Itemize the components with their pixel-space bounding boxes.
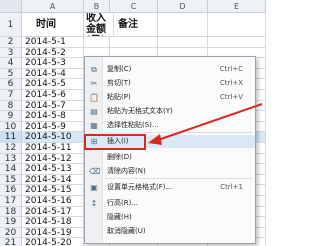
- select-all-corner[interactable]: [0, 0, 22, 13]
- cut-icon: ✂: [90, 79, 98, 88]
- row-header[interactable]: 12: [0, 143, 22, 154]
- date-cell[interactable]: 2014-5-13: [22, 164, 84, 175]
- date-cell[interactable]: 2014-5-6: [22, 90, 84, 101]
- date-cell[interactable]: 2014-5-9: [22, 121, 84, 133]
- menu-separator: [105, 178, 253, 179]
- date-cell[interactable]: 2014-5-17: [22, 206, 84, 218]
- context-menu: ⧉ 复制(C) Ctrl+C ✂ 剪切(T) Ctrl+X 📋 粘贴(P) Ctrl+V ▤ 粘贴为…: [84, 56, 256, 244]
- row-header[interactable]: 7: [0, 90, 22, 101]
- menu-item-paste-text[interactable]: ▤ 粘贴为无格式文本(Y): [85, 105, 255, 118]
- menu-item-label: 剪切(T): [107, 79, 131, 87]
- format-cells-icon: ▣: [90, 183, 98, 192]
- header-cell-time[interactable]: 时间: [22, 13, 84, 37]
- menu-item-delete[interactable]: 删除(D): [85, 151, 255, 164]
- column-header-a[interactable]: A: [22, 0, 84, 13]
- menu-item-paste[interactable]: 📋 粘贴(P) Ctrl+V: [85, 91, 255, 104]
- row-header[interactable]: 9: [0, 111, 22, 122]
- insert-highlight-box: [84, 134, 146, 150]
- menu-item-label: 删除(D): [107, 153, 132, 161]
- hide-icon: [89, 213, 99, 222]
- row-header[interactable]: 2: [0, 37, 22, 48]
- menu-item-format-cells[interactable]: ▣ 设置单元格格式(F)... Ctrl+1: [85, 181, 255, 194]
- row-header[interactable]: 4: [0, 58, 22, 69]
- table-cell[interactable]: [84, 37, 110, 48]
- menu-item-label: 行高(R)...: [107, 199, 139, 207]
- table-cell[interactable]: [208, 13, 266, 37]
- date-cell[interactable]: 2014-5-14: [22, 174, 84, 186]
- date-cell[interactable]: 2014-5-1: [22, 37, 84, 48]
- row-header[interactable]: 14: [0, 164, 22, 175]
- row-header[interactable]: 10: [0, 121, 22, 133]
- date-cell[interactable]: 2014-5-12: [22, 153, 84, 165]
- paste-icon: 📋: [89, 93, 99, 102]
- menu-item-label: 粘贴为无格式文本(Y): [107, 107, 173, 115]
- row-header[interactable]: 17: [0, 196, 22, 207]
- menu-item-label: 取消隐藏(U): [107, 227, 146, 235]
- column-header-e[interactable]: E: [208, 0, 266, 13]
- row-header[interactable]: 6: [0, 79, 22, 90]
- column-header-d[interactable]: D: [158, 0, 208, 13]
- row-header[interactable]: 19: [0, 217, 22, 228]
- row-header[interactable]: 5: [0, 68, 22, 80]
- paste-special-icon: ▦: [90, 121, 98, 130]
- menu-item-paste-special[interactable]: ▦ 选择性粘贴(S)...: [85, 119, 255, 132]
- table-row: 2 2014-5-1: [0, 37, 266, 48]
- row-header[interactable]: 21: [0, 238, 22, 246]
- row-header[interactable]: 1: [0, 13, 22, 37]
- table-cell[interactable]: [110, 37, 158, 48]
- menu-item-row-height[interactable]: ↕ 行高(R)...: [85, 197, 255, 210]
- menu-separator: [105, 132, 253, 133]
- table-cell[interactable]: [208, 37, 266, 48]
- row-header[interactable]: 11: [0, 132, 22, 143]
- menu-item-shortcut: Ctrl+V: [219, 93, 243, 101]
- date-cell[interactable]: 2014-5-5: [22, 79, 84, 90]
- date-cell[interactable]: 2014-5-16: [22, 196, 84, 207]
- menu-item-copy[interactable]: ⧉ 复制(C) Ctrl+C: [85, 63, 255, 76]
- date-cell[interactable]: 2014-5-8: [22, 111, 84, 122]
- header-row: 1 时间 收入金额(元) 备注: [0, 13, 266, 37]
- menu-item-label: 复制(C): [107, 65, 132, 73]
- menu-item-cut[interactable]: ✂ 剪切(T) Ctrl+X: [85, 77, 255, 90]
- row-header[interactable]: 15: [0, 174, 22, 186]
- menu-item-shortcut: Ctrl+1: [220, 183, 243, 191]
- menu-item-shortcut: Ctrl+X: [219, 79, 243, 87]
- row-header[interactable]: 20: [0, 227, 22, 239]
- menu-item-shortcut: Ctrl+C: [219, 65, 243, 73]
- menu-item-clear[interactable]: ⌫ 清除内容(N): [85, 165, 255, 178]
- column-header-b[interactable]: B: [84, 0, 110, 13]
- date-cell[interactable]: 2014-5-18: [22, 217, 84, 228]
- row-header[interactable]: 18: [0, 206, 22, 218]
- delete-icon: [89, 153, 99, 162]
- menu-item-hide[interactable]: 隐藏(H): [85, 211, 255, 224]
- row-height-icon: ↕: [90, 199, 98, 208]
- table-cell[interactable]: [158, 13, 208, 37]
- date-cell[interactable]: 2014-5-2: [22, 47, 84, 59]
- date-cell[interactable]: 2014-5-19: [22, 227, 84, 239]
- table-cell[interactable]: [158, 37, 208, 48]
- header-cell-remark[interactable]: 备注: [110, 13, 158, 37]
- unhide-icon: [89, 227, 99, 236]
- column-header-c[interactable]: C: [110, 0, 158, 13]
- menu-item-unhide[interactable]: 取消隐藏(U): [85, 225, 255, 238]
- date-cell[interactable]: 2014-5-11: [22, 143, 84, 154]
- date-cell[interactable]: 2014-5-3: [22, 58, 84, 69]
- date-cell[interactable]: 2014-5-20: [22, 238, 84, 246]
- menu-item-label: 隐藏(H): [107, 213, 132, 221]
- spreadsheet: A B C D E 1 时间 收入金额(元) 备注 22014-5-132014…: [0, 0, 266, 246]
- menu-item-label: 设置单元格格式(F)...: [107, 183, 173, 191]
- menu-item-label: 清除内容(N): [107, 167, 146, 175]
- clear-icon: ⌫: [89, 167, 101, 176]
- date-cell[interactable]: 2014-5-15: [22, 185, 84, 196]
- date-cell[interactable]: 2014-5-10: [22, 132, 84, 143]
- paste-text-icon: ▤: [90, 107, 98, 116]
- menu-item-label: 选择性粘贴(S)...: [107, 121, 159, 129]
- row-header[interactable]: 8: [0, 100, 22, 112]
- row-header[interactable]: 3: [0, 47, 22, 59]
- row-header[interactable]: 13: [0, 153, 22, 165]
- date-cell[interactable]: 2014-5-7: [22, 100, 84, 112]
- row-header[interactable]: 16: [0, 185, 22, 196]
- menu-item-label: 粘贴(P): [107, 93, 131, 101]
- copy-icon: ⧉: [91, 65, 97, 74]
- date-cell[interactable]: 2014-5-4: [22, 68, 84, 80]
